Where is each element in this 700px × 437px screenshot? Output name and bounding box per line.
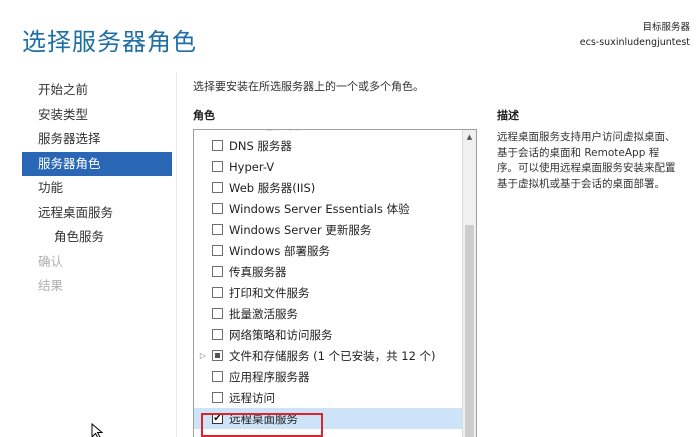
role-row[interactable]: 网络策略和访问服务 xyxy=(194,324,462,345)
nav-item-features[interactable]: 功能 xyxy=(22,176,172,201)
target-server-info: 目标服务器 ecs-suxinludengjuntest xyxy=(580,20,690,50)
role-label: 远程桌面服务 xyxy=(229,411,298,426)
role-description: 远程桌面服务支持用户访问虚拟桌面、基于会话的桌面和 RemoteApp 程序。可… xyxy=(497,131,676,190)
role-label: Windows Server 更新服务 xyxy=(229,222,372,237)
role-checkbox[interactable] xyxy=(212,287,223,298)
target-server-label: 目标服务器 xyxy=(642,22,690,33)
role-label: Windows Server Essentials 体验 xyxy=(229,201,410,216)
role-label: 文件和存储服务 (1 个已安装，共 12 个) xyxy=(229,348,436,363)
role-checkbox[interactable] xyxy=(212,371,223,382)
roles-header: 角色 xyxy=(193,109,215,122)
roles-list-rows: DHCP 服务器 DNS 服务器 Hyper-V Web 服务器(IIS) Window… xyxy=(194,129,462,429)
role-row[interactable]: 传真服务器 xyxy=(194,261,462,282)
page-title: 选择服务器角色 xyxy=(22,28,197,56)
role-label: 应用程序服务器 xyxy=(229,369,310,384)
role-row[interactable]: Windows 部署服务 xyxy=(194,240,462,261)
role-checkbox[interactable] xyxy=(212,224,223,235)
role-row[interactable]: 远程访问 xyxy=(194,387,462,408)
roles-list[interactable]: DHCP 服务器 DNS 服务器 Hyper-V Web 服务器(IIS) Window… xyxy=(193,129,477,437)
role-row[interactable]: 批量激活服务 xyxy=(194,303,462,324)
role-row[interactable]: DNS 服务器 xyxy=(194,135,462,156)
role-checkbox[interactable] xyxy=(212,245,223,256)
role-label: DNS 服务器 xyxy=(229,138,292,153)
role-row[interactable]: Windows Server Essentials 体验 xyxy=(194,198,462,219)
role-checkbox[interactable] xyxy=(212,266,223,277)
role-label: 批量激活服务 xyxy=(229,306,298,321)
role-label: 打印和文件服务 xyxy=(229,285,310,300)
roles-scrollbar[interactable]: ▲ xyxy=(462,130,476,437)
nav-item-before-you-begin[interactable]: 开始之前 xyxy=(22,78,172,103)
nav-item-server-selection[interactable]: 服务器选择 xyxy=(22,127,172,152)
role-label: Hyper-V xyxy=(229,159,275,174)
role-checkbox[interactable] xyxy=(212,161,223,172)
role-label: DHCP 服务器 xyxy=(229,130,300,133)
role-label: Web 服务器(IIS) xyxy=(229,180,316,195)
role-checkbox[interactable] xyxy=(212,392,223,403)
nav-item-confirmation: 确认 xyxy=(38,253,64,269)
role-row[interactable]: 远程桌面服务 xyxy=(194,408,462,429)
role-label: 网络策略和访问服务 xyxy=(229,327,333,342)
role-label: 传真服务器 xyxy=(229,264,287,279)
instruction-text: 选择要安装在所选服务器上的一个或多个角色。 xyxy=(193,80,424,93)
role-row[interactable]: 应用程序服务器 xyxy=(194,366,462,387)
role-row[interactable]: 打印和文件服务 xyxy=(194,282,462,303)
nav-item-installation-type[interactable]: 安装类型 xyxy=(22,103,172,128)
role-checkbox[interactable] xyxy=(212,350,223,361)
content-divider xyxy=(176,72,177,437)
role-checkbox[interactable] xyxy=(212,413,223,424)
wizard-nav: 开始之前 安装类型 服务器选择 服务器角色 功能 远程桌面服务 角色服务 确认 … xyxy=(22,78,172,299)
role-row[interactable]: Hyper-V xyxy=(194,156,462,177)
role-checkbox[interactable] xyxy=(212,129,223,130)
role-row[interactable]: ▷ 文件和存储服务 (1 个已安装，共 12 个) xyxy=(194,345,462,366)
nav-item-remote-desktop-services[interactable]: 远程桌面服务 xyxy=(22,201,172,226)
scroll-thumb[interactable] xyxy=(465,225,474,437)
role-checkbox[interactable] xyxy=(212,329,223,340)
description-header: 描述 xyxy=(497,109,519,122)
expand-arrow-icon[interactable]: ▷ xyxy=(194,351,212,360)
nav-item-server-roles[interactable]: 服务器角色 xyxy=(22,151,172,176)
role-label: 远程访问 xyxy=(229,390,275,405)
role-checkbox[interactable] xyxy=(212,308,223,319)
role-checkbox[interactable] xyxy=(212,140,223,151)
nav-item-role-services[interactable]: 角色服务 xyxy=(22,225,172,250)
role-label: Windows 部署服务 xyxy=(229,243,330,258)
target-server-name: ecs-suxinludengjuntest xyxy=(579,37,690,48)
role-checkbox[interactable] xyxy=(212,203,223,214)
role-row[interactable]: Web 服务器(IIS) xyxy=(194,177,462,198)
role-row[interactable]: Windows Server 更新服务 xyxy=(194,219,462,240)
nav-item-results: 结果 xyxy=(38,278,64,293)
mouse-cursor-icon xyxy=(91,423,104,437)
scroll-up-icon[interactable]: ▲ xyxy=(463,130,476,144)
role-checkbox[interactable] xyxy=(212,182,223,193)
